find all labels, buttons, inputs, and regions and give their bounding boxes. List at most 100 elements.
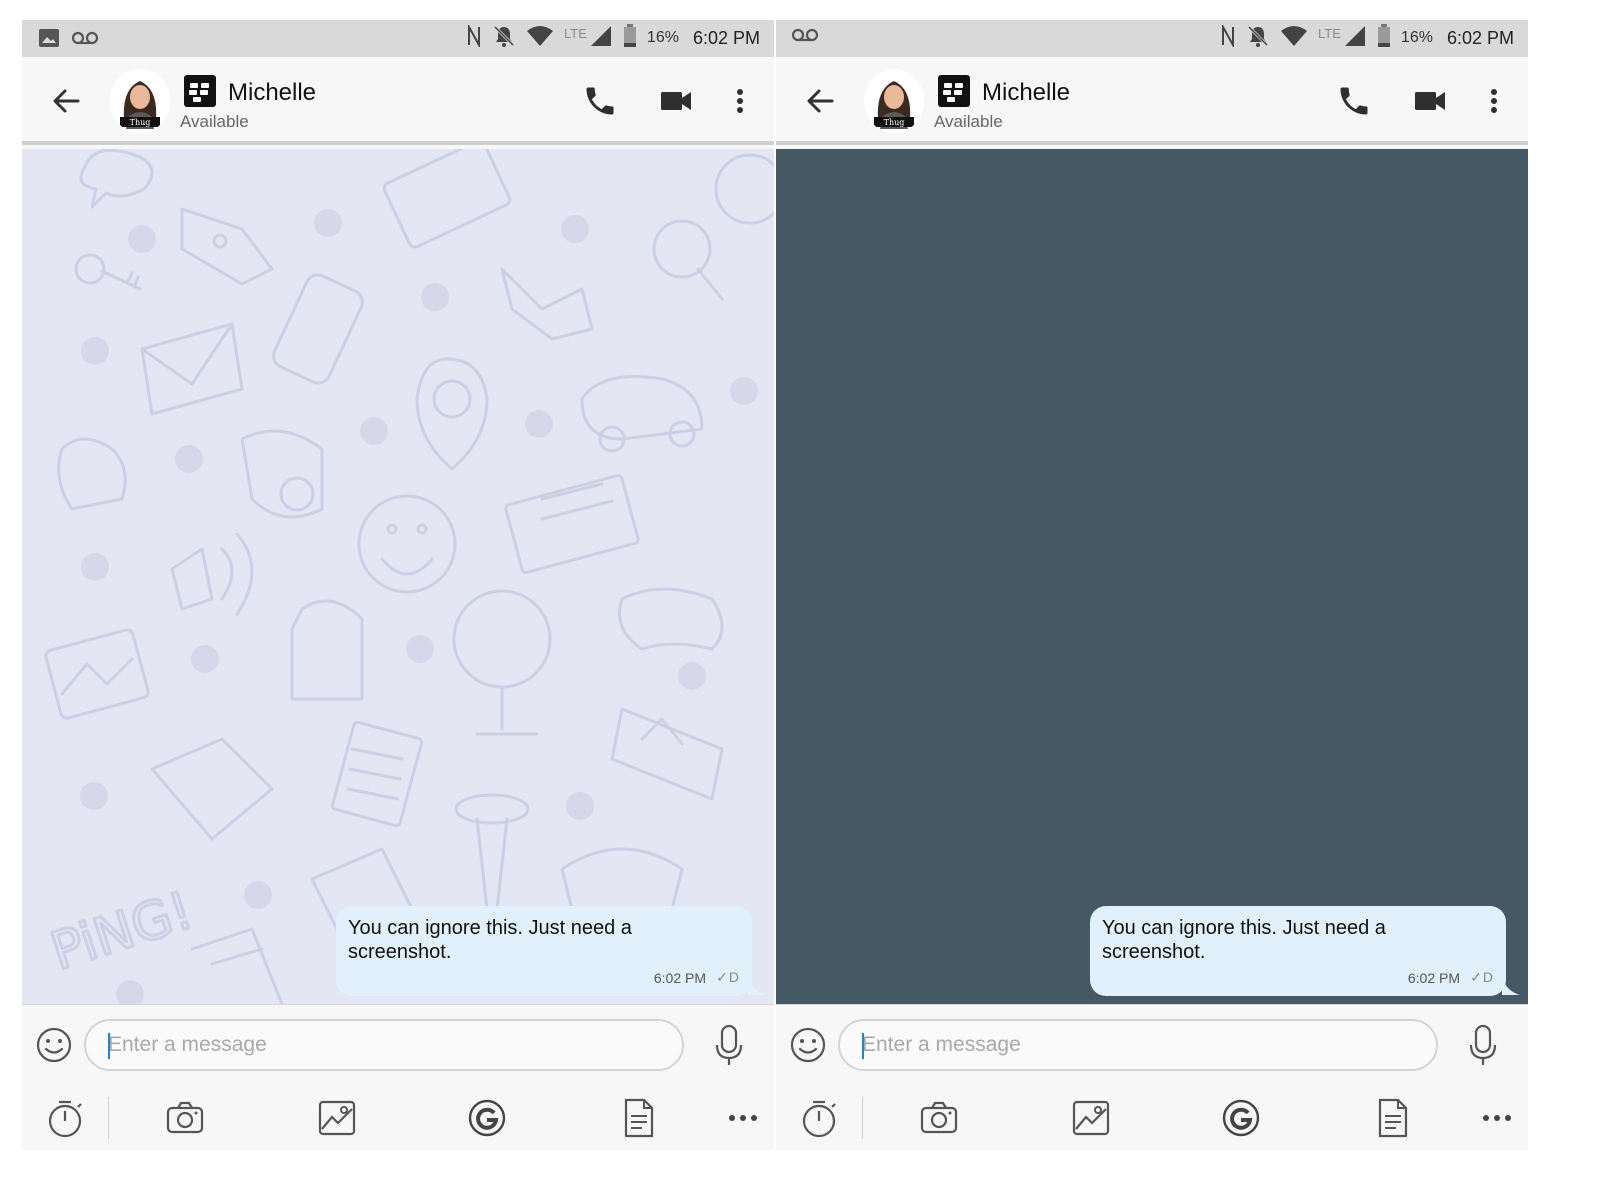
camera-icon: [920, 1101, 958, 1134]
back-arrow-icon: [53, 89, 80, 113]
more-vert-icon: [737, 89, 743, 113]
avatar[interactable]: Thug: [864, 69, 924, 133]
emoji-button[interactable]: [788, 1025, 828, 1065]
bubble-tail: [1502, 977, 1520, 995]
toolbar-divider: [108, 1097, 109, 1139]
delivered-indicator: ✓D: [1470, 969, 1494, 985]
document-icon: [1378, 1098, 1408, 1138]
battery-icon: [623, 23, 637, 53]
status-time: 6:02 PM: [1446, 27, 1514, 48]
more-options-button[interactable]: [728, 83, 752, 119]
emoji-button[interactable]: [34, 1025, 74, 1065]
svg-text:Thug: Thug: [884, 118, 905, 127]
timer-icon: [48, 1100, 82, 1138]
microphone-icon: [715, 1024, 743, 1065]
conversation-header: Thug Michelle Available: [22, 57, 774, 145]
google-search-button[interactable]: [1220, 1097, 1262, 1139]
conversation-header: Thug Michelle Available: [776, 57, 1528, 145]
message-text: You can ignore this. Just need a screens…: [348, 917, 632, 963]
phone-icon: [1340, 87, 1368, 115]
bbm-logo-icon: [938, 75, 970, 107]
phone-icon: [586, 87, 614, 115]
avatar[interactable]: Thug: [110, 69, 170, 133]
phone-screen-right: LTE 16% 6:02 PM Thug Michelle Available: [776, 20, 1528, 1150]
gallery-icon: [318, 1100, 356, 1136]
network-type-label: LTE: [564, 25, 587, 41]
google-search-button[interactable]: [466, 1097, 508, 1139]
doodle-background: PiNG!: [42, 149, 774, 1004]
signal-icon: [1343, 25, 1367, 52]
bubble-tail: [748, 977, 766, 995]
status-bar: LTE 16% 6:02 PM: [22, 20, 774, 57]
attachment-toolbar: [776, 1081, 1528, 1150]
gallery-icon: [1072, 1100, 1110, 1136]
file-button[interactable]: [618, 1097, 660, 1139]
contact-status: Available: [934, 112, 1003, 131]
toolbar-divider: [862, 1097, 863, 1139]
more-horiz-icon: [1483, 1115, 1511, 1121]
battery-icon: [1377, 23, 1391, 53]
battery-percent: 16%: [1400, 29, 1433, 46]
google-icon: [1222, 1099, 1260, 1137]
text-cursor: [108, 1033, 110, 1059]
emoji-icon: [36, 1027, 72, 1063]
composer: [22, 1004, 774, 1150]
video-call-button[interactable]: [1412, 83, 1448, 119]
more-options-button[interactable]: [1482, 83, 1506, 119]
voice-note-button[interactable]: [1466, 1023, 1500, 1067]
timer-icon: [802, 1100, 836, 1138]
gallery-button[interactable]: [1070, 1097, 1112, 1139]
video-call-button[interactable]: [658, 83, 694, 119]
back-button[interactable]: [48, 83, 84, 119]
back-arrow-icon: [807, 89, 834, 113]
voice-note-button[interactable]: [712, 1023, 746, 1067]
contact-status: Available: [180, 112, 249, 131]
more-attachments-button[interactable]: [722, 1097, 764, 1139]
image-notification-icon: [38, 28, 60, 53]
attachment-toolbar: [22, 1081, 774, 1150]
message-input[interactable]: [84, 1019, 684, 1071]
status-bar: LTE 16% 6:02 PM: [776, 20, 1528, 57]
emoji-icon: [790, 1027, 826, 1063]
more-vert-icon: [1491, 89, 1497, 113]
text-cursor: [862, 1033, 864, 1059]
network-type-label: LTE: [1318, 25, 1341, 41]
voicemail-icon: [791, 28, 819, 47]
document-icon: [624, 1098, 654, 1138]
timed-message-button[interactable]: [44, 1097, 86, 1139]
camera-button[interactable]: [918, 1097, 960, 1139]
voice-call-button[interactable]: [1336, 83, 1372, 119]
status-time: 6:02 PM: [692, 27, 760, 48]
message-time: 6:02 PM: [653, 970, 706, 986]
video-camera-icon: [1415, 92, 1445, 110]
back-button[interactable]: [802, 83, 838, 119]
notifications-off-icon: [492, 24, 516, 53]
voicemail-icon: [71, 31, 99, 50]
contact-name[interactable]: Michelle: [228, 79, 316, 107]
gallery-button[interactable]: [316, 1097, 358, 1139]
nfc-icon: [466, 22, 482, 52]
phone-screen-left: LTE 16% 6:02 PM Thug Michelle Available: [22, 20, 774, 1150]
timed-message-button[interactable]: [798, 1097, 840, 1139]
contact-name[interactable]: Michelle: [982, 79, 1070, 107]
signal-icon: [589, 25, 613, 52]
more-attachments-button[interactable]: [1476, 1097, 1518, 1139]
file-button[interactable]: [1372, 1097, 1414, 1139]
wifi-icon: [526, 25, 554, 52]
composer: [776, 1004, 1528, 1150]
nfc-icon: [1220, 22, 1236, 52]
video-camera-icon: [661, 92, 691, 110]
chat-area[interactable]: You can ignore this. Just need a screens…: [776, 149, 1528, 1004]
chat-area[interactable]: PiNG! You can ignore this. Just need a s…: [22, 149, 774, 1004]
voice-call-button[interactable]: [582, 83, 618, 119]
message-input[interactable]: [838, 1019, 1438, 1071]
more-horiz-icon: [729, 1115, 757, 1121]
camera-button[interactable]: [164, 1097, 206, 1139]
message-time: 6:02 PM: [1407, 970, 1460, 986]
delivered-indicator: ✓D: [716, 969, 740, 985]
notifications-off-icon: [1246, 24, 1270, 53]
camera-icon: [166, 1101, 204, 1134]
message-bubble[interactable]: You can ignore this. Just need a screens…: [1090, 906, 1506, 996]
message-bubble[interactable]: You can ignore this. Just need a screens…: [336, 906, 752, 996]
wifi-icon: [1280, 25, 1308, 52]
